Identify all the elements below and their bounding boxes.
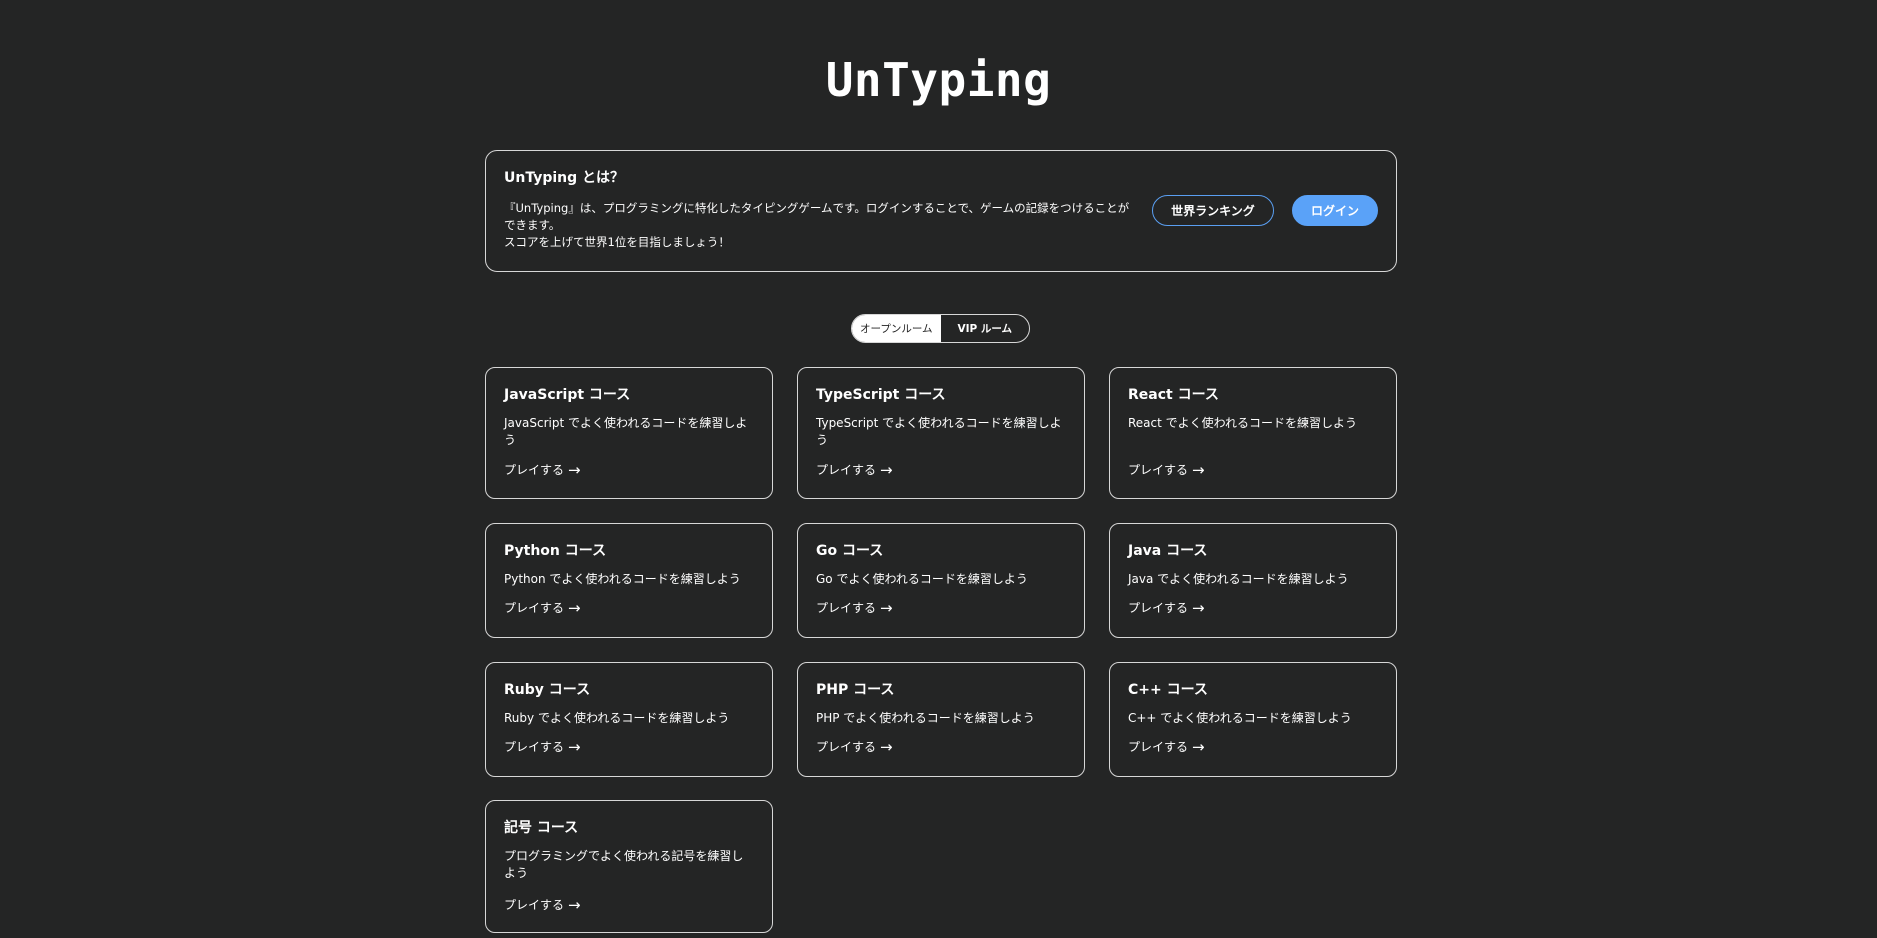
- course-title: Java コース: [1128, 543, 1208, 559]
- course-title: C++ コース: [1128, 682, 1208, 698]
- course-title: PHP コース: [816, 682, 895, 698]
- play-link[interactable]: プレイする →: [1128, 600, 1205, 616]
- play-link[interactable]: プレイする →: [816, 462, 893, 478]
- play-label: プレイする: [504, 601, 565, 615]
- course-title: Ruby コース: [504, 682, 591, 698]
- course-description: Ruby でよく使われるコードを練習しよう: [504, 711, 730, 725]
- course-card-react[interactable]: React コース React でよく使われるコードを練習しよう プレイする →: [1109, 367, 1397, 499]
- arrow-right-icon: →: [568, 461, 581, 479]
- world-ranking-button[interactable]: 世界ランキング: [1152, 195, 1274, 226]
- play-link[interactable]: プレイする →: [504, 739, 581, 755]
- course-title: React コース: [1128, 387, 1219, 403]
- play-link[interactable]: プレイする →: [1128, 462, 1205, 478]
- course-description: TypeScript でよく使われるコードを練習しよう: [816, 416, 1062, 447]
- course-card-php[interactable]: PHP コース PHP でよく使われるコードを練習しよう プレイする →: [797, 662, 1085, 777]
- course-title: JavaScript コース: [504, 387, 631, 403]
- course-card-go[interactable]: Go コース Go でよく使われるコードを練習しよう プレイする →: [797, 523, 1085, 638]
- play-link[interactable]: プレイする →: [504, 897, 581, 913]
- play-link[interactable]: プレイする →: [1128, 739, 1205, 755]
- login-button[interactable]: ログイン: [1292, 195, 1378, 226]
- play-link[interactable]: プレイする →: [816, 600, 893, 616]
- about-description-line1: 『UnTyping』は、プログラミングに特化したタイピングゲームです。ログインす…: [504, 201, 1130, 232]
- play-label: プレイする: [816, 740, 877, 754]
- course-card-python[interactable]: Python コース Python でよく使われるコードを練習しよう プレイする…: [485, 523, 773, 638]
- arrow-right-icon: →: [568, 896, 581, 914]
- course-description: JavaScript でよく使われるコードを練習しよう: [504, 416, 748, 447]
- play-label: プレイする: [1128, 740, 1189, 754]
- play-link[interactable]: プレイする →: [816, 739, 893, 755]
- course-card-symbols[interactable]: 記号 コース プログラミングでよく使われる記号を練習しよう プレイする →: [485, 800, 773, 933]
- play-label: プレイする: [1128, 601, 1189, 615]
- course-description: Go でよく使われるコードを練習しよう: [816, 572, 1028, 586]
- course-description: React でよく使われるコードを練習しよう: [1128, 416, 1358, 430]
- arrow-right-icon: →: [1192, 738, 1205, 756]
- arrow-right-icon: →: [568, 738, 581, 756]
- play-label: プレイする: [1128, 463, 1189, 477]
- arrow-right-icon: →: [1192, 599, 1205, 617]
- course-title: 記号 コース: [504, 820, 579, 836]
- arrow-right-icon: →: [880, 599, 893, 617]
- about-description: 『UnTyping』は、プログラミングに特化したタイピングゲームです。ログインす…: [504, 200, 1134, 251]
- course-card-java[interactable]: Java コース Java でよく使われるコードを練習しよう プレイする →: [1109, 523, 1397, 638]
- arrow-right-icon: →: [1192, 461, 1205, 479]
- arrow-right-icon: →: [568, 599, 581, 617]
- play-label: プレイする: [816, 463, 877, 477]
- play-link[interactable]: プレイする →: [504, 462, 581, 478]
- course-description: Python でよく使われるコードを練習しよう: [504, 572, 741, 586]
- site-title: UnTyping: [825, 53, 1052, 107]
- room-toggle: オープンルーム VIP ルーム: [851, 314, 1030, 343]
- page: UnTyping UnTyping とは？ 『UnTyping』は、プログラミン…: [0, 0, 1877, 938]
- course-description: プログラミングでよく使われる記号を練習しよう: [504, 849, 744, 880]
- course-description: C++ でよく使われるコードを練習しよう: [1128, 711, 1352, 725]
- play-label: プレイする: [504, 898, 565, 912]
- course-title: TypeScript コース: [816, 387, 946, 403]
- play-label: プレイする: [504, 463, 565, 477]
- course-card-ruby[interactable]: Ruby コース Ruby でよく使われるコードを練習しよう プレイする →: [485, 662, 773, 777]
- tab-open-room[interactable]: オープンルーム: [852, 315, 941, 342]
- course-card-typescript[interactable]: TypeScript コース TypeScript でよく使われるコードを練習し…: [797, 367, 1085, 499]
- course-card-cpp[interactable]: C++ コース C++ でよく使われるコードを練習しよう プレイする →: [1109, 662, 1397, 777]
- course-title: Go コース: [816, 543, 884, 559]
- course-description: PHP でよく使われるコードを練習しよう: [816, 711, 1035, 725]
- course-card-javascript[interactable]: JavaScript コース JavaScript でよく使われるコードを練習し…: [485, 367, 773, 499]
- play-link[interactable]: プレイする →: [504, 600, 581, 616]
- tab-vip-room[interactable]: VIP ルーム: [941, 315, 1030, 342]
- about-description-line2: スコアを上げて世界1位を目指しましょう！: [504, 235, 730, 249]
- play-label: プレイする: [504, 740, 565, 754]
- course-title: Python コース: [504, 543, 607, 559]
- play-label: プレイする: [816, 601, 877, 615]
- about-panel: UnTyping とは？ 『UnTyping』は、プログラミングに特化したタイピ…: [485, 150, 1397, 272]
- course-description: Java でよく使われるコードを練習しよう: [1128, 572, 1349, 586]
- about-heading: UnTyping とは？: [504, 170, 625, 186]
- arrow-right-icon: →: [880, 738, 893, 756]
- arrow-right-icon: →: [880, 461, 893, 479]
